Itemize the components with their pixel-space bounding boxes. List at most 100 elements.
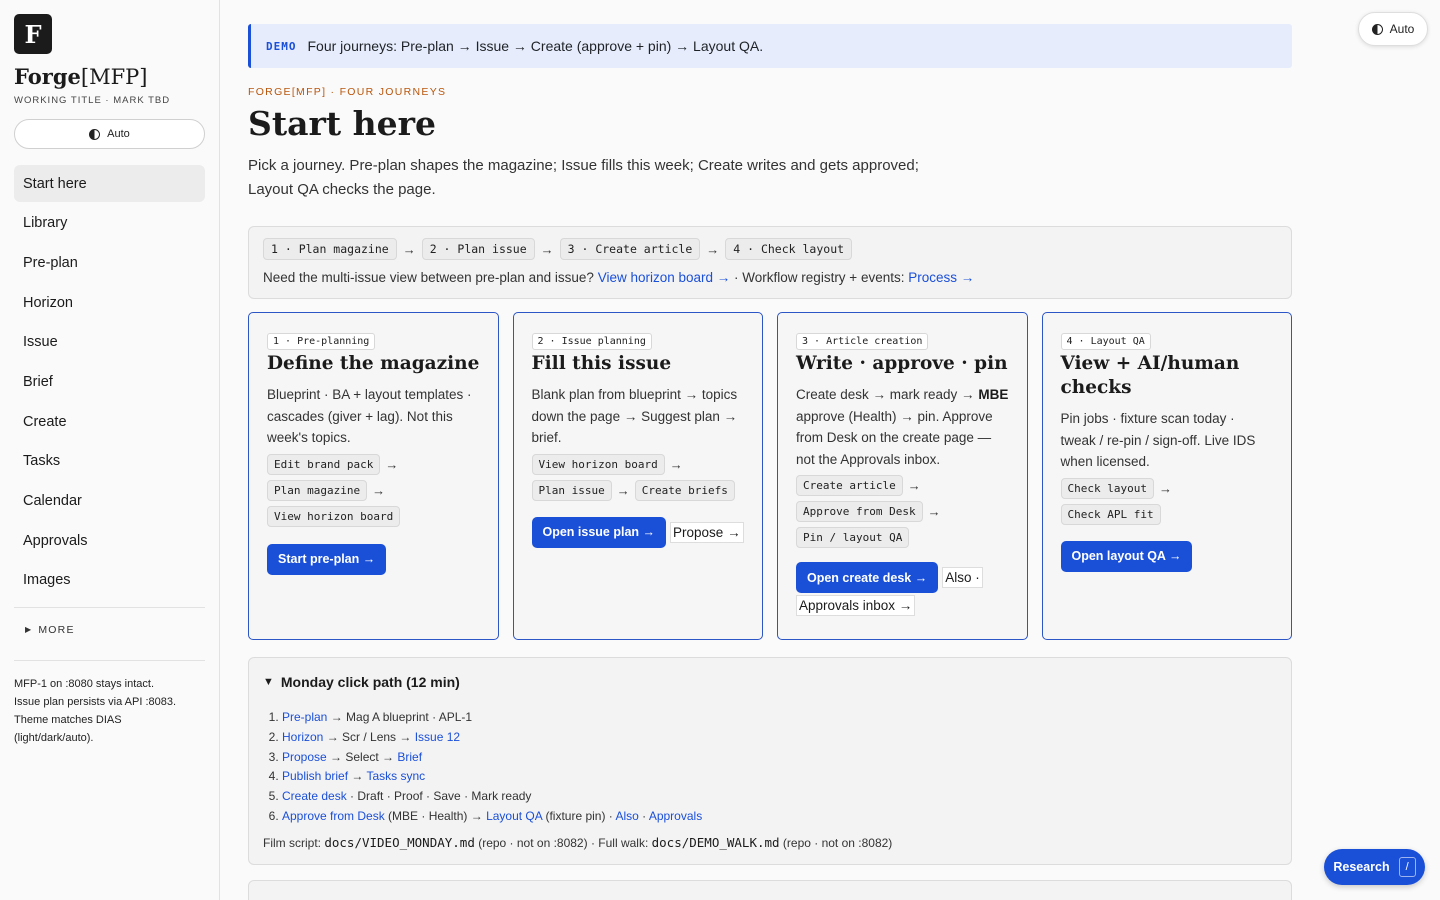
film-text: Film script: (263, 835, 321, 850)
also-text: Also · (942, 567, 983, 588)
pre-plan-link[interactable]: Pre-plan (282, 710, 327, 724)
create-briefs-chip[interactable]: Create briefs (634, 479, 735, 501)
card-chip-row: Plan magazine → (267, 479, 480, 501)
arrow-right-icon: → (616, 482, 630, 498)
page-title: Start here (248, 104, 436, 143)
layout-qa-link[interactable]: Layout QA (486, 809, 542, 823)
journey-card-layout-qa: 4 · Layout QA View + AI/human checks Pin… (1041, 312, 1292, 640)
theme-toggle-floating[interactable]: Auto (1358, 12, 1428, 46)
card-tag: 2 · Issue planning (531, 333, 652, 350)
tasks-sync-link[interactable]: Tasks sync (367, 769, 426, 783)
click-path-list: Pre-plan → Mag A blueprint · APL-1 Horizo… (282, 708, 1277, 827)
also-link[interactable]: Also (615, 809, 638, 823)
sidebar-item-calendar[interactable]: Calendar (14, 483, 205, 520)
card-tag: 4 · Layout QA (1060, 333, 1151, 350)
click-path-step: Publish brief → Tasks sync (282, 767, 1277, 787)
step-chip-4[interactable]: 4 · Check layout (725, 238, 853, 260)
journey-steps: 1 · Plan magazine → 2 · Plan issue → 3 · Cre… (248, 226, 1292, 299)
sidebar-item-horizon[interactable]: Horizon (14, 284, 205, 321)
issue-12-link[interactable]: Issue 12 (415, 730, 460, 744)
step-chips: 1 · Plan magazine → 2 · Plan issue → 3 · Cre… (263, 238, 1277, 260)
horizon-link[interactable]: Horizon (282, 730, 323, 744)
research-button[interactable]: Research / (1324, 849, 1425, 885)
sidebar-item-start-here[interactable]: Start here (14, 165, 205, 202)
sidebar-item-brief[interactable]: Brief (14, 363, 205, 400)
edit-brand-pack-chip[interactable]: Edit brand pack (267, 453, 381, 475)
caret-down-icon: ▼ (263, 676, 274, 688)
contrast-icon (1371, 23, 1383, 35)
approve-from-desk-link[interactable]: Approve from Desk (282, 809, 385, 823)
open-create-desk-button[interactable]: Open create desk → (796, 562, 939, 593)
open-issue-plan-button[interactable]: Open issue plan → (531, 516, 667, 548)
brief-link[interactable]: Brief (397, 750, 422, 764)
card-title: Write · approve · pin (796, 353, 1008, 374)
arrow-right-icon: → (540, 241, 554, 257)
click-path-summary[interactable]: ▼ Monday click path (12 min) (263, 674, 1277, 690)
next-details-section[interactable] (248, 880, 1292, 900)
step-chip-1[interactable]: 1 · Plan magazine (263, 238, 397, 260)
pin-layout-qa-chip[interactable]: Pin / layout QA (796, 527, 910, 548)
view-horizon-board-chip[interactable]: View horizon board (267, 505, 401, 527)
steps-help-text: Need the multi-issue view between pre-pl… (263, 270, 594, 285)
approvals-link[interactable]: Approvals (649, 809, 702, 823)
theme-toggle[interactable]: Auto (14, 119, 205, 149)
card-actions: Open layout QA → (1060, 540, 1274, 572)
start-preplan-button[interactable]: Start pre-plan → (267, 543, 387, 575)
arrow-right-icon: → (402, 241, 416, 257)
arrow-right-icon: → (669, 456, 683, 472)
sidebar-item-approvals[interactable]: Approvals (14, 522, 205, 559)
film-file: docs/DEMO_WALK.md (651, 834, 780, 850)
approve-from-desk-chip[interactable]: Approve from Desk (796, 501, 923, 522)
view-horizon-board-chip[interactable]: View horizon board (531, 453, 665, 475)
process-link[interactable]: Process → (908, 270, 974, 285)
publish-brief-link[interactable]: Publish brief (282, 769, 348, 783)
check-layout-chip[interactable]: Check layout (1060, 477, 1154, 499)
arrow-right-icon: → (1158, 480, 1172, 496)
step-text: → Mag A blueprint · APL-1 (327, 710, 473, 724)
card-actions: Open create desk → Also · Approvals inbo… (796, 562, 1009, 616)
note-line: (light/dark/auto). (14, 731, 94, 744)
note-line: MFP-1 on :8080 stays intact. (14, 677, 155, 690)
sidebar-item-issue[interactable]: Issue (14, 324, 205, 361)
approvals-inbox-link[interactable]: Approvals inbox → (796, 595, 916, 616)
step-text: → Select → (326, 749, 398, 764)
horizon-board-link[interactable]: View horizon board → (598, 270, 731, 285)
plan-issue-chip[interactable]: Plan issue (531, 479, 612, 501)
step-text: (MBE · Health) → (384, 808, 487, 823)
card-tag: 3 · Article creation (796, 333, 929, 350)
card-chip-row: Pin / layout QA (796, 527, 1009, 548)
brand-name: Forge[MFP] (14, 64, 148, 89)
sidebar-item-tasks[interactable]: Tasks (14, 443, 205, 480)
open-layout-qa-button[interactable]: Open layout QA → (1060, 540, 1193, 572)
sidebar-item-pre-plan[interactable]: Pre-plan (14, 244, 205, 281)
step-chip-3[interactable]: 3 · Create article (559, 238, 701, 260)
plan-magazine-chip[interactable]: Plan magazine (267, 479, 368, 501)
click-path-step: Approve from Desk (MBE · Health) → Layou… (282, 807, 1277, 827)
step-text: → (348, 769, 367, 784)
sidebar-item-create[interactable]: Create (14, 403, 205, 440)
create-desk-link[interactable]: Create desk (282, 789, 347, 803)
card-chip-row: View horizon board (267, 505, 480, 527)
film-text: (repo · not on :8082) · Full walk: (478, 835, 649, 850)
brand-subtitle: WORKING TITLE · MARK TBD (14, 95, 171, 106)
check-apl-fit-chip[interactable]: Check APL fit (1060, 503, 1161, 525)
film-text: (repo · not on :8082) (782, 835, 893, 850)
propose-link[interactable]: Propose → (670, 521, 744, 543)
click-path-step: Horizon → Scr / Lens → Issue 12 (282, 728, 1277, 748)
card-title: Fill this issue (531, 353, 672, 374)
card-chip-row: Edit brand pack → (267, 453, 480, 475)
film-script-note: Film script: docs/VIDEO_MONDAY.md (repo … (263, 835, 1277, 850)
step-text: (fixture pin) · (542, 808, 616, 823)
logo-mark[interactable]: F (14, 14, 52, 54)
propose-link[interactable]: Propose (282, 750, 327, 764)
step-chip-2[interactable]: 2 · Plan issue (421, 238, 535, 260)
sidebar-item-library[interactable]: Library (14, 205, 205, 242)
sidebar-item-images[interactable]: Images (14, 562, 205, 599)
theme-toggle-label: Auto (1389, 22, 1415, 36)
create-article-chip[interactable]: Create article (796, 475, 903, 496)
note-line: Issue plan persists via API :8083. (14, 695, 177, 708)
more-toggle[interactable]: ▶ MORE (14, 608, 205, 652)
film-file: docs/VIDEO_MONDAY.md (324, 834, 475, 850)
card-description: Pin jobs · fixture scan today · tweak / … (1060, 411, 1256, 469)
card-actions: Start pre-plan → (267, 543, 480, 575)
